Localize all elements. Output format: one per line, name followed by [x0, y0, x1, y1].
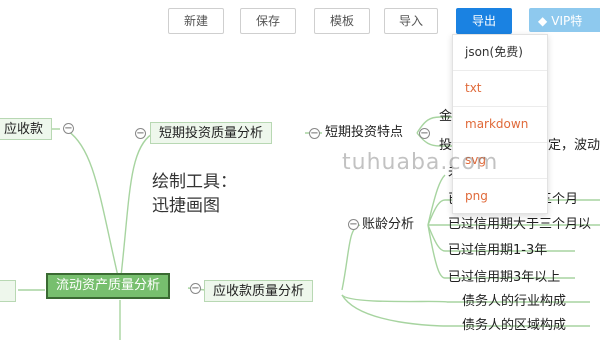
node-receivables-partial[interactable]: 应收款 — [0, 118, 53, 140]
collapse-toggle-icon[interactable]: − — [419, 128, 430, 139]
import-button[interactable]: 导入 — [384, 8, 438, 34]
node-label: 债务人的行业构成 — [462, 294, 567, 309]
node-label: 应收款质量分析 — [213, 284, 305, 299]
export-button[interactable]: 导出 — [456, 8, 512, 34]
node-label: 流动资产质量分析 — [56, 278, 161, 293]
export-txt-item[interactable]: txt — [453, 71, 547, 107]
node-label: 金 — [439, 109, 453, 124]
node-label: 已过信用期大于三个月以 — [448, 217, 592, 232]
export-png-item[interactable]: png — [453, 179, 547, 214]
node-age-4[interactable]: 已过信用期3年以上 — [448, 267, 560, 289]
export-json-item[interactable]: json(免费) — [453, 35, 547, 71]
export-markdown-item[interactable]: markdown — [453, 107, 547, 143]
template-button[interactable]: 模板 — [314, 8, 370, 34]
node-label: 已过信用期3年以上 — [448, 270, 561, 285]
watermark: tuhuaba.com — [342, 150, 499, 175]
collapse-toggle-icon[interactable]: − — [309, 128, 320, 139]
node-label: 定，波动 — [548, 138, 600, 153]
caption-line-2: 迅捷画图 — [152, 196, 220, 216]
vip-label: VIP特 — [551, 14, 583, 28]
node-short-term-feature[interactable]: 短期投资特点 — [325, 122, 403, 144]
node-receivables-quality[interactable]: 应收款质量分析 — [204, 280, 314, 302]
collapse-toggle-icon[interactable]: − — [190, 283, 201, 294]
new-button[interactable]: 新建 — [168, 8, 224, 34]
node-short-term-investment[interactable]: 短期投资质量分析 — [150, 122, 273, 144]
node-debtor-industry[interactable]: 债务人的行业构成 — [462, 291, 566, 313]
node-left-stub[interactable] — [0, 280, 16, 302]
node-label: 应收款 — [4, 122, 44, 137]
node-cut-1[interactable]: 金 — [439, 106, 452, 128]
node-central-topic[interactable]: 流动资产质量分析 — [46, 273, 171, 299]
node-age-2[interactable]: 已过信用期大于三个月以 — [448, 214, 591, 236]
vip-button[interactable]: ◆ VIP特 — [529, 8, 600, 32]
collapse-toggle-icon[interactable]: − — [135, 128, 146, 139]
node-cut-3[interactable]: 定，波动 — [548, 135, 600, 157]
save-button[interactable]: 保存 — [240, 8, 296, 34]
node-aging-analysis[interactable]: 账龄分析 — [362, 214, 414, 236]
node-label: 债务人的区域构成 — [462, 318, 567, 333]
node-label: 账龄分析 — [362, 217, 415, 232]
drawing-tool-caption: 绘制工具： 迅捷画图 — [152, 170, 237, 218]
node-label: 已过信用期1-3年 — [448, 243, 548, 258]
node-label: 短期投资特点 — [325, 125, 404, 140]
node-label: 短期投资质量分析 — [159, 126, 264, 141]
node-debtor-region[interactable]: 债务人的区域构成 — [462, 315, 566, 337]
export-dropdown-menu: json(免费) txt markdown svg png — [452, 34, 548, 214]
caption-line-1: 绘制工具： — [152, 172, 237, 192]
collapse-toggle-icon[interactable]: − — [63, 123, 74, 134]
diamond-icon: ◆ — [538, 14, 548, 28]
node-age-3[interactable]: 已过信用期1-3年 — [448, 240, 547, 262]
collapse-toggle-icon[interactable]: − — [348, 219, 359, 230]
